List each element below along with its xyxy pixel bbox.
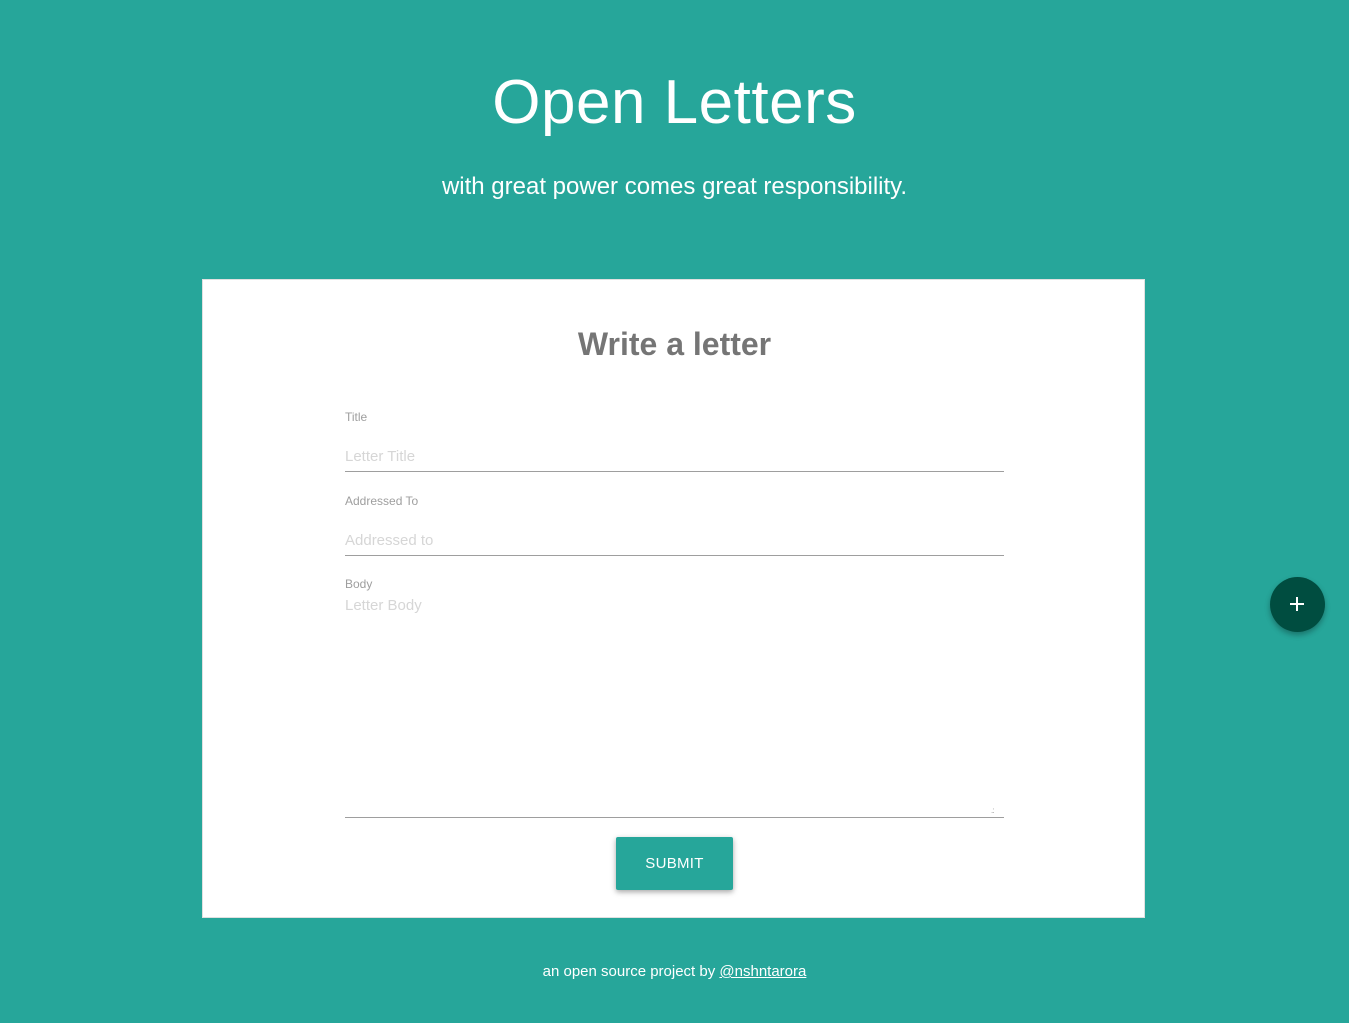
author-link[interactable]: @nshntarora [719, 963, 806, 980]
form-heading: Write a letter [577, 326, 772, 362]
submit-button[interactable]: SUBMIT [616, 837, 733, 890]
footer: an open source project by @nshntarora [0, 963, 1349, 981]
title-input[interactable] [345, 441, 1004, 472]
footer-text: an open source project by [542, 963, 720, 980]
tagline: with great power comes great responsibil… [441, 173, 908, 200]
site-title: Open Letters [492, 68, 857, 137]
addressed-to-label: Addressed To [345, 494, 419, 508]
body-textarea[interactable] [345, 595, 1004, 818]
body-label: Body [345, 577, 373, 591]
title-label: Title [345, 410, 368, 424]
resize-grip-icon[interactable]: .: [991, 807, 1001, 817]
addressed-to-input[interactable] [345, 525, 1004, 556]
add-letter-button[interactable] [1270, 577, 1325, 632]
